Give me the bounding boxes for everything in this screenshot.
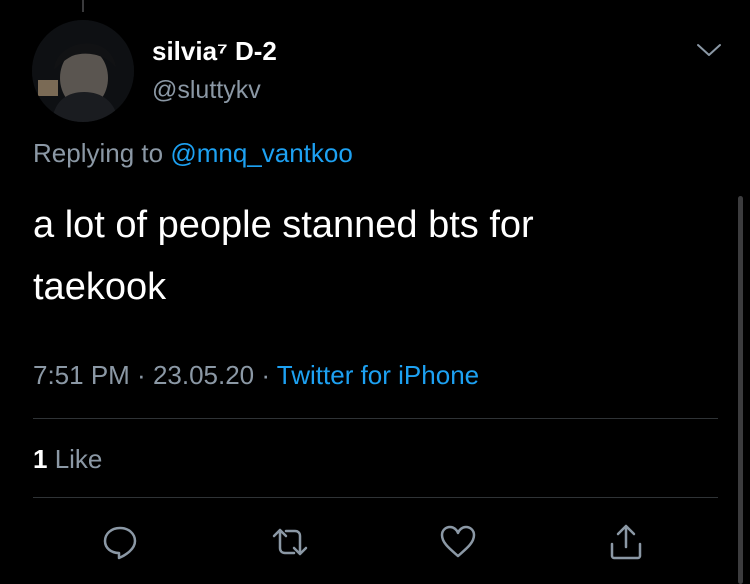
chevron-down-icon[interactable] (694, 40, 724, 60)
divider (33, 418, 718, 419)
display-name[interactable]: silvia⁷ D-2 (152, 36, 277, 67)
thread-connector-line (82, 0, 84, 12)
like-icon[interactable] (438, 522, 478, 562)
meta-separator: · (129, 360, 153, 390)
replying-to-label: Replying to (33, 138, 171, 168)
scrollbar[interactable] (738, 196, 743, 584)
retweet-icon[interactable] (270, 522, 310, 562)
share-icon[interactable] (606, 522, 646, 562)
reply-icon[interactable] (100, 522, 140, 562)
avatar[interactable] (32, 20, 134, 122)
like-count: 1 (33, 444, 48, 474)
tweet-text: a lot of people stanned bts for taekook (33, 204, 534, 308)
tweet-date: 23.05.20 (152, 360, 255, 390)
tweet-meta: 7:51 PM · 23.05.20 · Twitter for iPhone (33, 360, 479, 391)
avatar-image (32, 20, 134, 122)
mention-link[interactable]: @mnq_vantkoo (170, 138, 353, 168)
divider (33, 497, 718, 498)
tweet-source-link[interactable]: Twitter for iPhone (277, 360, 479, 390)
tweet-time: 7:51 PM (33, 360, 130, 390)
likes-stat[interactable]: 1 Like (33, 444, 102, 475)
replying-to: Replying to @mnq_vantkoo (33, 138, 353, 169)
like-label: Like (47, 444, 103, 474)
user-handle[interactable]: @sluttykv (152, 76, 261, 105)
meta-separator: · (254, 360, 277, 390)
